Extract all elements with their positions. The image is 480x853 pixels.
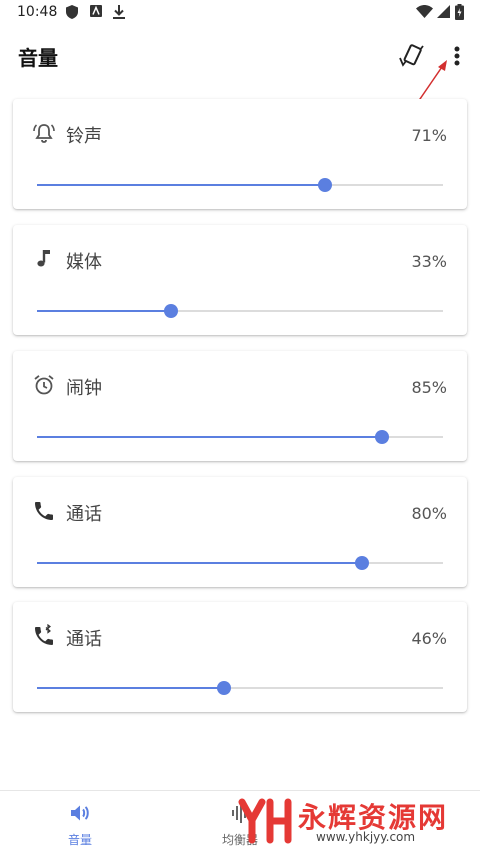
volume-card-media: 媒体 33%: [13, 225, 467, 335]
ringtone-volume-slider[interactable]: [37, 175, 443, 195]
volume-percent: 80%: [411, 504, 447, 523]
slider-fill: [37, 687, 224, 689]
card-label: 通话: [66, 504, 102, 525]
volume-percent: 85%: [411, 378, 447, 397]
card-label: 通话: [66, 629, 102, 650]
watermark-url: www.yhkjyy.com: [316, 830, 416, 844]
cellular-signal-icon: [437, 5, 450, 18]
page-title: 音量: [18, 46, 58, 70]
slider-thumb[interactable]: [375, 430, 390, 444]
nav-tab-volume[interactable]: 音量: [40, 801, 120, 848]
bell-icon: [33, 124, 55, 143]
volume-percent: 71%: [411, 126, 447, 145]
status-time: 10:48: [17, 4, 58, 20]
volume-card-ringtone: 铃声 71%: [13, 99, 467, 209]
volume-percent: 33%: [411, 252, 447, 271]
battery-charging-icon: [455, 4, 464, 20]
slider-thumb[interactable]: [216, 681, 231, 695]
volume-percent: 46%: [411, 629, 447, 648]
slider-fill: [37, 562, 362, 564]
bluetooth-call-volume-slider[interactable]: [37, 678, 443, 698]
card-label: 铃声: [66, 126, 102, 147]
slider-fill: [37, 184, 326, 186]
card-label: 媒体: [66, 252, 102, 273]
shield-icon: [66, 5, 78, 19]
download-icon: [113, 5, 125, 19]
nav-label: 音量: [67, 833, 92, 847]
volume-card-call: 通话 80%: [13, 477, 467, 587]
alarm-clock-icon: [34, 375, 54, 395]
wifi-icon: [416, 5, 433, 18]
app-notification-icon: [90, 5, 102, 17]
slider-fill: [37, 310, 171, 312]
card-label: 闹钟: [66, 378, 102, 399]
phone-icon: [35, 502, 53, 520]
call-volume-slider[interactable]: [37, 553, 443, 573]
status-bar: 10:48: [0, 0, 480, 26]
slider-thumb[interactable]: [163, 304, 178, 318]
volume-card-bluetooth-call: 通话 46%: [13, 602, 467, 712]
alarm-volume-slider[interactable]: [37, 427, 443, 447]
watermark: 永辉资源网 www.yhkjyy.com: [232, 794, 472, 848]
slider-thumb[interactable]: [354, 556, 369, 570]
music-note-icon: [37, 250, 50, 267]
slider-fill: [37, 436, 383, 438]
bluetooth-phone-icon: [35, 624, 53, 645]
volume-card-alarm: 闹钟 85%: [13, 351, 467, 461]
media-volume-slider[interactable]: [37, 301, 443, 321]
slider-thumb[interactable]: [318, 178, 333, 192]
volume-icon: [71, 805, 89, 821]
watermark-logo-icon: [238, 798, 292, 844]
